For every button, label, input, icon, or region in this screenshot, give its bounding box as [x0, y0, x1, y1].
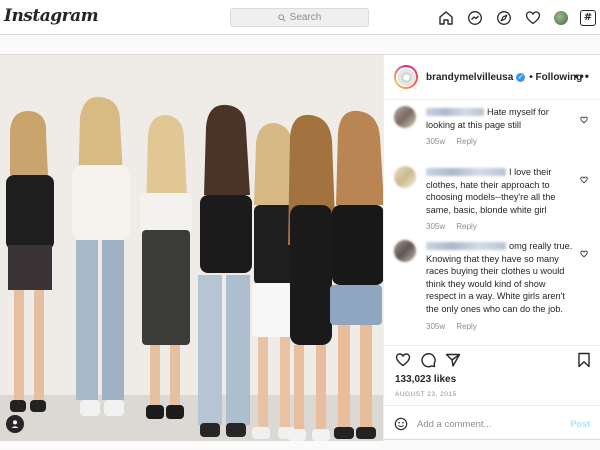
search-input[interactable]: Search	[230, 8, 369, 27]
post-date[interactable]: AUGUST 23, 2015	[395, 391, 457, 398]
share-icon[interactable]	[445, 352, 461, 368]
reply-button[interactable]: Reply	[456, 222, 476, 231]
search-placeholder: Search	[289, 12, 322, 23]
blurred-username	[426, 168, 506, 176]
reply-button[interactable]: Reply	[456, 137, 476, 146]
author-username[interactable]: brandymelvilleusa	[426, 72, 513, 83]
hashtag-icon[interactable]: #	[580, 9, 596, 26]
post-sidebar: brandymelvilleusa ✓ • Following ••• Hate…	[384, 55, 600, 441]
comment-meta: 305w Reply	[426, 321, 576, 334]
comment-like-icon[interactable]	[580, 116, 588, 124]
bookmark-icon[interactable]	[576, 352, 592, 368]
more-options-icon[interactable]: •••	[574, 69, 590, 83]
verified-badge-icon: ✓	[516, 72, 526, 82]
comment-icon[interactable]	[420, 352, 436, 368]
post-actions: 133,023 likes AUGUST 23, 2015 Post	[384, 345, 600, 441]
activity-heart-icon[interactable]	[525, 10, 541, 26]
search-icon	[277, 13, 286, 22]
likes-count[interactable]: 133,023 likes	[395, 374, 456, 385]
messenger-icon[interactable]	[467, 10, 483, 26]
blurred-username	[426, 108, 484, 116]
nav-icon-group: #	[425, 0, 600, 35]
group-photo-illustration	[0, 55, 383, 441]
commenter-avatar[interactable]	[394, 166, 416, 188]
comment-time: 305w	[426, 321, 446, 331]
author-avatar[interactable]	[394, 65, 418, 89]
comment-meta: 305w Reply	[426, 136, 576, 149]
reply-button[interactable]: Reply	[456, 322, 476, 331]
blurred-username	[426, 242, 506, 250]
post-card: brandymelvilleusa ✓ • Following ••• Hate…	[0, 54, 600, 441]
comment-time: 305w	[426, 137, 446, 147]
comment-meta: 305w Reply	[426, 221, 576, 234]
commenter-avatar[interactable]	[394, 106, 416, 128]
post-header: brandymelvilleusa ✓ • Following •••	[384, 55, 600, 100]
post-photo[interactable]	[0, 55, 384, 441]
top-navigation-bar: Instagram Search #	[0, 0, 600, 35]
comment-time: 305w	[426, 222, 446, 232]
home-icon[interactable]	[438, 10, 454, 26]
add-comment-bar: Post	[384, 405, 600, 442]
tagged-users-icon[interactable]	[6, 415, 24, 433]
add-comment-input[interactable]	[417, 418, 557, 430]
profile-avatar[interactable]	[554, 10, 568, 25]
comment-like-icon[interactable]	[580, 176, 588, 184]
emoji-icon[interactable]	[394, 417, 408, 431]
author-avatar-image	[397, 68, 415, 86]
comments-list[interactable]: Hate myself for looking at this page sti…	[384, 100, 600, 345]
comment-like-icon[interactable]	[580, 250, 588, 258]
explore-icon[interactable]	[496, 10, 512, 26]
like-heart-icon[interactable]	[395, 352, 411, 368]
commenter-avatar[interactable]	[394, 240, 416, 262]
post-comment-button[interactable]: Post	[570, 419, 590, 429]
comment-text: omg really true. Knowing that they have …	[426, 241, 573, 314]
instagram-logo[interactable]: Instagram	[4, 6, 99, 26]
